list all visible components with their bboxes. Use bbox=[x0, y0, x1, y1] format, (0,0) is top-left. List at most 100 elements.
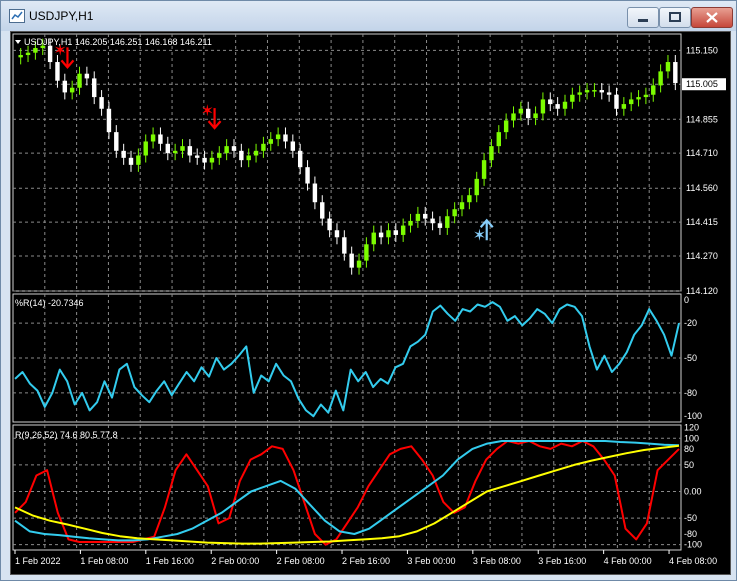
price-axis-label: 114.120 bbox=[686, 286, 718, 296]
candle-body bbox=[489, 146, 494, 161]
rsi-axis-label: 100 bbox=[684, 433, 699, 443]
wpr-axis-label: 0 bbox=[684, 295, 689, 305]
chart-window: USDJPY,H1 ✶✶✶ 115.150115.005114.855114.7… bbox=[0, 0, 737, 581]
rsi-fast-line bbox=[14, 440, 680, 546]
candle-body bbox=[592, 90, 597, 92]
candle-body bbox=[606, 92, 612, 95]
candle-body bbox=[136, 155, 141, 165]
candle-body bbox=[481, 160, 487, 179]
candle-body bbox=[172, 150, 178, 154]
time-axis-label: 2 Feb 08:00 bbox=[277, 556, 325, 566]
candle-body bbox=[305, 167, 310, 184]
candle-body bbox=[408, 220, 413, 226]
candle-body bbox=[275, 134, 281, 140]
candle-body bbox=[143, 141, 148, 156]
candle-body bbox=[334, 230, 340, 238]
candle-body bbox=[533, 113, 538, 119]
candle-body bbox=[246, 155, 251, 161]
candle-body bbox=[430, 218, 435, 224]
candle-body bbox=[467, 195, 472, 203]
time-axis-label: 1 Feb 08:00 bbox=[80, 556, 128, 566]
close-icon bbox=[706, 12, 718, 23]
minimize-button[interactable] bbox=[627, 7, 659, 28]
candle-body bbox=[283, 134, 288, 142]
candle-body bbox=[548, 99, 553, 105]
wpr-axis-label: -50 bbox=[684, 353, 697, 363]
close-button[interactable] bbox=[691, 7, 733, 28]
minimize-icon bbox=[638, 19, 648, 22]
chart-window-icon bbox=[9, 9, 25, 23]
candle-body bbox=[393, 230, 399, 235]
candle-body bbox=[400, 225, 406, 235]
time-axis-label: 2 Feb 16:00 bbox=[342, 556, 390, 566]
candle-body bbox=[312, 183, 318, 203]
candle-body bbox=[47, 45, 53, 63]
candle-body bbox=[253, 150, 259, 156]
candle-body bbox=[423, 213, 428, 219]
candle-body bbox=[320, 202, 325, 219]
rsi-mid-line bbox=[14, 440, 680, 542]
rsi-axis-label: 80 bbox=[684, 444, 694, 454]
price-axis-label: 114.710 bbox=[686, 148, 718, 158]
window-title: USDJPY,H1 bbox=[29, 9, 94, 23]
candle-body bbox=[415, 213, 421, 221]
candle-body bbox=[158, 134, 163, 144]
time-axis-label: 3 Feb 00:00 bbox=[407, 556, 455, 566]
candle-body bbox=[665, 62, 671, 72]
time-axis-label: 3 Feb 08:00 bbox=[473, 556, 521, 566]
candle-body bbox=[165, 143, 170, 154]
candle-body bbox=[386, 230, 391, 238]
rsi-axis-label: -80 bbox=[684, 529, 697, 539]
candle-body bbox=[356, 260, 362, 268]
chart-area[interactable]: ✶✶✶ 115.150115.005114.855114.710114.5601… bbox=[10, 31, 731, 575]
candle-body bbox=[106, 108, 112, 133]
candle-body bbox=[99, 97, 104, 109]
wpr-pane-header: %R(14) -20.7346 bbox=[15, 298, 84, 308]
candle-body bbox=[180, 146, 185, 151]
candle-body bbox=[584, 90, 590, 93]
candle-body bbox=[496, 132, 501, 147]
candle-body bbox=[290, 141, 296, 151]
candle-body bbox=[562, 101, 568, 109]
candle-body bbox=[209, 157, 215, 163]
candle-body bbox=[224, 146, 229, 154]
candle-body bbox=[658, 71, 663, 86]
restore-button[interactable] bbox=[659, 7, 691, 28]
wpr-axis-label: -80 bbox=[684, 388, 697, 398]
title-bar[interactable]: USDJPY,H1 bbox=[1, 1, 736, 31]
candle-body bbox=[526, 108, 531, 119]
wpr-axis-label: -20 bbox=[684, 318, 697, 328]
candle-body bbox=[349, 253, 354, 268]
candle-body bbox=[437, 223, 443, 228]
chart-canvas[interactable]: ✶✶✶ 115.150115.005114.855114.710114.5601… bbox=[11, 32, 730, 574]
candle-body bbox=[187, 146, 193, 156]
candle-body bbox=[599, 90, 604, 93]
candle-body bbox=[217, 153, 222, 158]
candle-body bbox=[474, 178, 479, 196]
time-axis-label: 1 Feb 16:00 bbox=[146, 556, 194, 566]
candle-body bbox=[540, 99, 546, 114]
candle-body bbox=[121, 150, 126, 158]
candle-body bbox=[69, 87, 75, 93]
time-axis-label: 4 Feb 08:00 bbox=[669, 556, 717, 566]
candle-body bbox=[202, 157, 207, 163]
candle-body bbox=[77, 73, 82, 88]
candle-body bbox=[459, 202, 465, 210]
candle-body bbox=[33, 48, 38, 53]
candle-body bbox=[371, 232, 376, 245]
rsi-pane-border bbox=[12, 424, 682, 551]
rsi-axis-label: 0.00 bbox=[684, 486, 702, 496]
candle-body bbox=[327, 218, 332, 231]
candle-body bbox=[628, 99, 634, 105]
candle-body bbox=[445, 216, 450, 228]
candle-body bbox=[673, 62, 678, 84]
wpr-axis-label: -100 bbox=[684, 411, 702, 421]
candle-body bbox=[364, 244, 369, 261]
price-axis-label: 114.270 bbox=[686, 251, 718, 261]
candle-body bbox=[62, 80, 68, 93]
price-axis-label: 114.415 bbox=[686, 217, 718, 227]
symbol-menu-arrow-icon[interactable] bbox=[15, 40, 21, 44]
candle-body bbox=[643, 94, 649, 98]
candle-body bbox=[614, 94, 619, 109]
rsi-axis-label: -50 bbox=[684, 513, 697, 523]
